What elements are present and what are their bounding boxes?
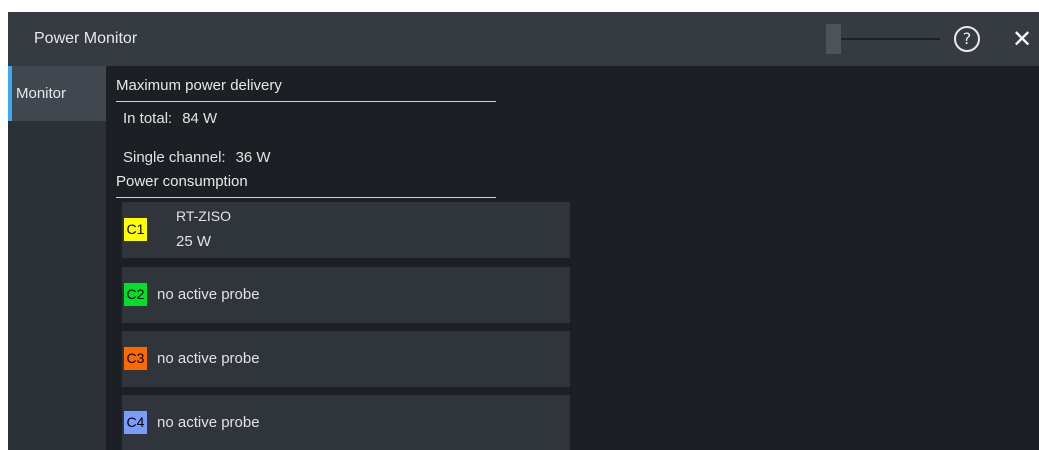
title-bar: Power Monitor ? ✕ bbox=[8, 12, 1039, 66]
transparency-slider[interactable] bbox=[826, 24, 940, 54]
channel-card-c3[interactable]: C3 no active probe bbox=[122, 331, 570, 387]
total-power-label: In total: bbox=[123, 110, 173, 127]
power-consumption-heading: Power consumption bbox=[116, 170, 496, 198]
channel-card-c4[interactable]: C4 no active probe bbox=[122, 395, 570, 450]
slider-track[interactable] bbox=[836, 38, 940, 40]
channel-card-c1[interactable]: C1 RT-ZISO 25 W bbox=[122, 202, 570, 258]
probe-status-c3: no active probe bbox=[157, 350, 260, 367]
monitor-panel: Maximum power delivery In total: 84 W Sin… bbox=[106, 66, 1039, 450]
close-icon[interactable]: ✕ bbox=[1010, 24, 1034, 54]
single-channel-label: Single channel: bbox=[123, 149, 226, 166]
channel-badge-c4: C4 bbox=[124, 411, 147, 434]
probe-name-c1: RT-ZISO bbox=[176, 208, 231, 224]
help-icon[interactable]: ? bbox=[954, 26, 980, 52]
total-power-value: 84 W bbox=[182, 110, 218, 127]
probe-power-c1: 25 W bbox=[176, 233, 212, 250]
channel-badge-c1: C1 bbox=[124, 218, 147, 241]
slider-handle[interactable] bbox=[826, 24, 841, 54]
single-channel-value: 36 W bbox=[235, 149, 271, 166]
power-monitor-dialog: Power Monitor ? ✕ Monitor Maximum power … bbox=[8, 12, 1039, 450]
single-channel-row: Single channel: 36 W bbox=[123, 149, 271, 166]
tab-monitor[interactable]: Monitor bbox=[8, 66, 106, 121]
channel-card-c2[interactable]: C2 no active probe bbox=[122, 267, 570, 323]
sidebar: Monitor bbox=[8, 66, 106, 450]
probe-status-c4: no active probe bbox=[157, 414, 260, 431]
channel-badge-c2: C2 bbox=[124, 283, 147, 306]
dialog-title: Power Monitor bbox=[34, 30, 138, 47]
probe-status-c2: no active probe bbox=[157, 286, 260, 303]
channel-badge-c3: C3 bbox=[124, 347, 147, 370]
total-power-row: In total: 84 W bbox=[123, 110, 217, 127]
max-power-heading: Maximum power delivery bbox=[116, 74, 496, 102]
